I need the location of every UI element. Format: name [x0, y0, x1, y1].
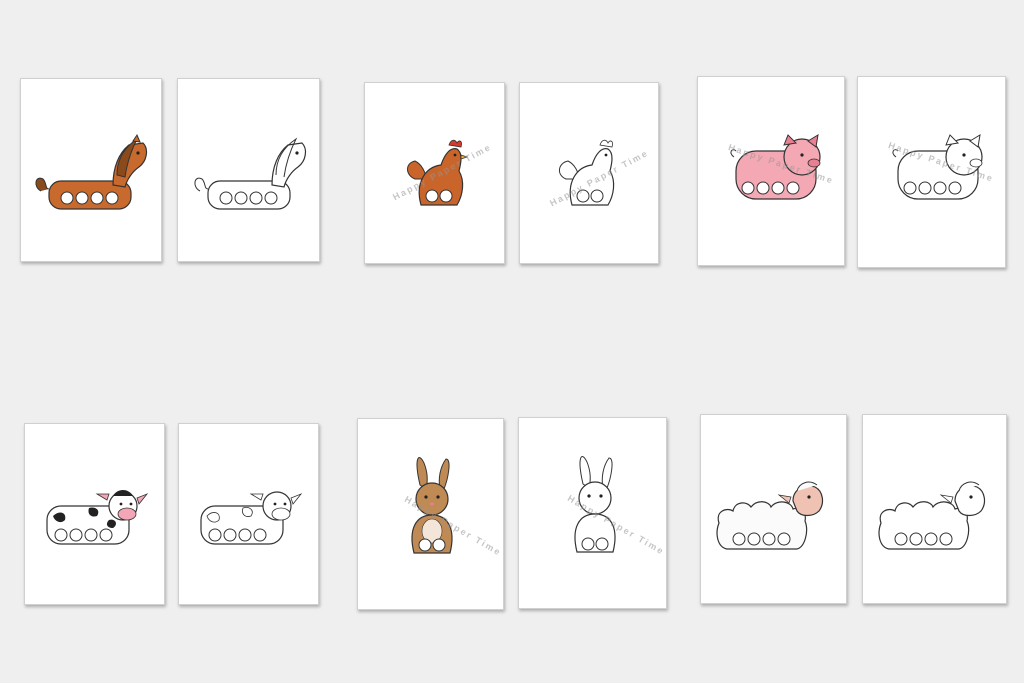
hen-finger-puppet-icon [407, 139, 469, 206]
pig-outline-sheet: Happy Paper Time [857, 76, 1006, 268]
horse-color-sheet [20, 78, 162, 262]
horse-outline-icon [194, 137, 307, 210]
cow-finger-puppet-icon [46, 490, 149, 545]
cow-outline-icon [200, 491, 303, 545]
horse-finger-puppet-icon [35, 133, 148, 210]
cow-outline-sheet [178, 423, 319, 605]
hen-outline-sheet: Happy Paper Time [519, 82, 659, 264]
bunny-outline-sheet: Happy Paper Time [518, 417, 667, 609]
horse-outline-sheet [177, 78, 320, 262]
cow-color-sheet [24, 423, 165, 605]
bunny-outline-icon [574, 456, 616, 553]
sheep-finger-puppet-icon [716, 481, 824, 550]
hen-outline-icon [559, 139, 615, 206]
pig-outline-icon [892, 134, 983, 200]
sheep-outline-icon [878, 481, 986, 550]
sheep-color-sheet [700, 414, 847, 604]
hen-color-sheet: Happy Paper Time [364, 82, 505, 264]
pig-color-sheet: Happy Paper Time [697, 76, 845, 266]
pig-finger-puppet-icon [730, 134, 821, 200]
bunny-finger-puppet-icon [411, 457, 453, 554]
sheep-outline-sheet [862, 414, 1007, 604]
bunny-color-sheet: Happy Paper Time [357, 418, 504, 610]
